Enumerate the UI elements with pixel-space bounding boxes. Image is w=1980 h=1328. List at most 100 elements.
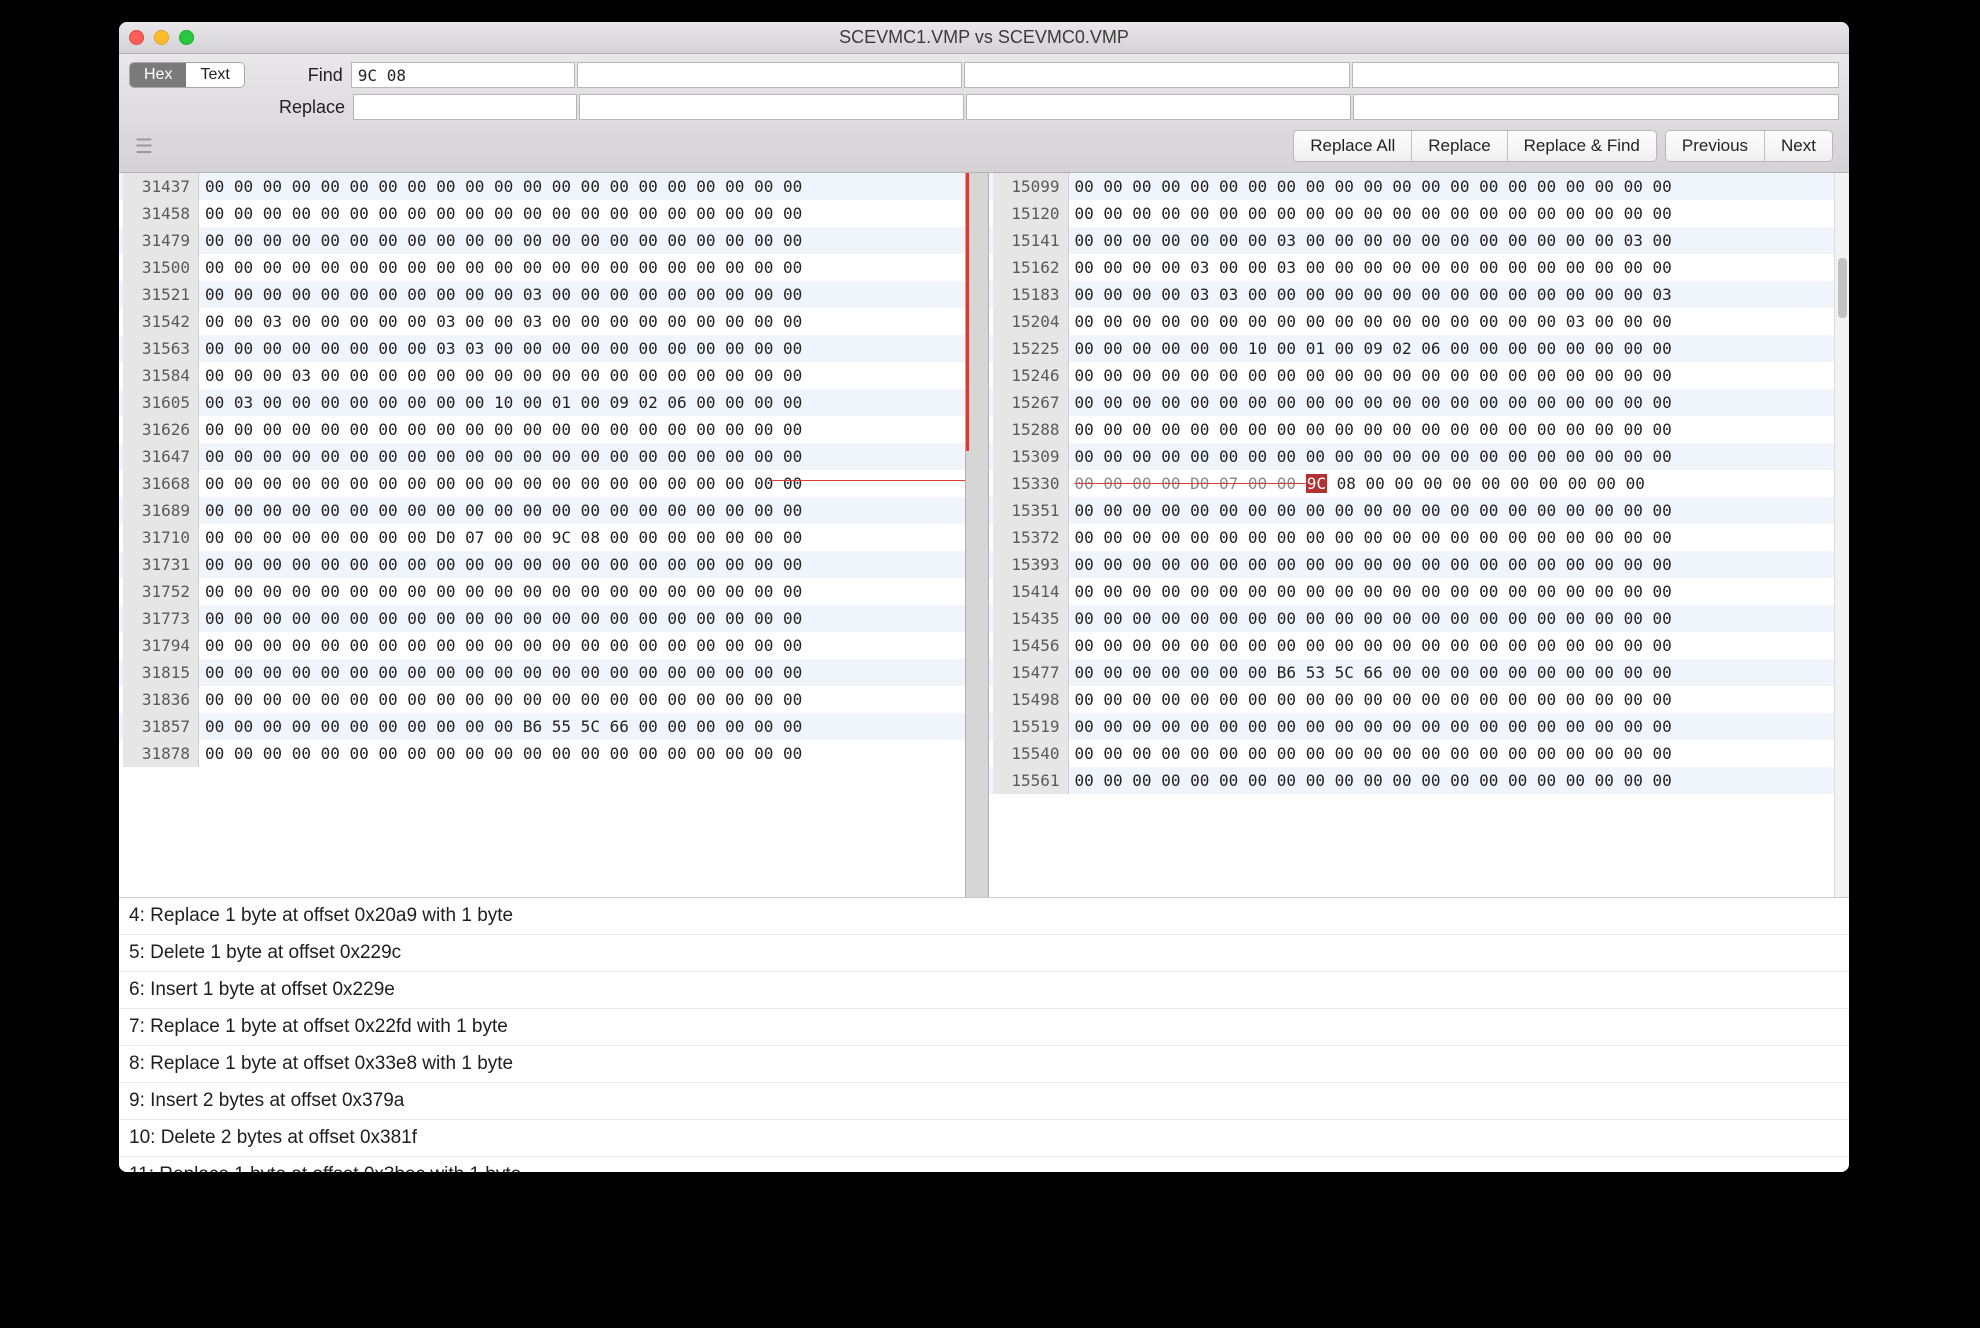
hex-row[interactable]: 3158400 00 00 03 00 00 00 00 00 00 00 00… xyxy=(119,362,965,389)
hex-row[interactable]: 3183600 00 00 00 00 00 00 00 00 00 00 00… xyxy=(119,686,965,713)
diff-item[interactable]: 5: Delete 1 byte at offset 0x229c xyxy=(119,935,1849,972)
find-input-3[interactable] xyxy=(964,62,1350,88)
hex-bytes[interactable]: 00 00 00 00 00 00 00 00 00 00 00 00 00 0… xyxy=(1075,632,1672,659)
hex-bytes[interactable]: 00 00 00 00 00 00 00 00 00 00 00 00 00 0… xyxy=(1075,740,1672,767)
hex-row[interactable]: 3179400 00 00 00 00 00 00 00 00 00 00 00… xyxy=(119,632,965,659)
hex-row[interactable]: 1549800 00 00 00 00 00 00 00 00 00 00 00… xyxy=(989,686,1835,713)
hex-row[interactable]: 3152100 00 00 00 00 00 00 00 00 00 00 03… xyxy=(119,281,965,308)
hex-row[interactable]: 1547700 00 00 00 00 00 00 B6 53 5C 66 00… xyxy=(989,659,1835,686)
diff-item[interactable]: 7: Replace 1 byte at offset 0x22fd with … xyxy=(119,1009,1849,1046)
hex-row[interactable]: 3181500 00 00 00 00 00 00 00 00 00 00 00… xyxy=(119,659,965,686)
replace-and-find-button[interactable]: Replace & Find xyxy=(1508,131,1656,161)
hex-bytes[interactable]: 00 00 00 00 00 00 00 00 00 00 00 00 00 0… xyxy=(205,632,802,659)
hex-row[interactable]: 1526700 00 00 00 00 00 00 00 00 00 00 00… xyxy=(989,389,1835,416)
hex-row[interactable]: 1543500 00 00 00 00 00 00 00 00 00 00 00… xyxy=(989,605,1835,632)
hex-bytes[interactable]: 00 00 00 00 00 00 10 00 01 00 09 02 06 0… xyxy=(1075,335,1672,362)
hex-row[interactable]: 3154200 00 03 00 00 00 00 00 03 00 00 03… xyxy=(119,308,965,335)
close-icon[interactable] xyxy=(129,30,144,45)
hex-row[interactable]: 1551900 00 00 00 00 00 00 00 00 00 00 00… xyxy=(989,713,1835,740)
replace-input-3[interactable] xyxy=(966,94,1351,120)
hex-bytes[interactable]: 00 00 00 00 00 00 00 00 03 03 00 00 00 0… xyxy=(205,335,802,362)
hex-bytes[interactable]: 00 00 00 00 00 00 00 B6 53 5C 66 00 00 0… xyxy=(1075,659,1672,686)
replace-input-1[interactable] xyxy=(353,94,577,120)
minimize-icon[interactable] xyxy=(154,30,169,45)
hex-bytes[interactable]: 00 00 00 00 00 00 00 00 00 00 00 00 00 0… xyxy=(1075,497,1672,524)
hex-bytes[interactable]: 00 00 00 00 00 00 00 00 00 00 00 00 00 0… xyxy=(205,173,802,200)
hex-bytes[interactable]: 00 00 00 00 00 00 00 00 00 00 00 00 00 0… xyxy=(205,578,802,605)
scrollbar[interactable] xyxy=(1834,173,1849,897)
diff-list[interactable]: 4: Replace 1 byte at offset 0x20a9 with … xyxy=(119,897,1849,1172)
hex-bytes[interactable]: 00 00 00 00 00 00 00 00 00 00 00 00 00 0… xyxy=(1075,389,1672,416)
hex-row[interactable]: 1539300 00 00 00 00 00 00 00 00 00 00 00… xyxy=(989,551,1835,578)
hex-row[interactable]: 1556100 00 00 00 00 00 00 00 00 00 00 00… xyxy=(989,767,1835,794)
hex-row[interactable]: 1533000 00 00 00 D0 07 00 00 9C 08 00 00… xyxy=(989,470,1835,497)
diff-item[interactable]: 11: Replace 1 byte at offset 0x3bec with… xyxy=(119,1157,1849,1172)
hex-bytes[interactable]: 00 00 00 00 00 00 00 00 00 00 00 00 00 0… xyxy=(205,605,802,632)
hex-row[interactable]: 3166800 00 00 00 00 00 00 00 00 00 00 00… xyxy=(119,470,965,497)
hex-bytes[interactable]: 00 00 00 00 00 00 00 00 00 00 00 B6 55 5… xyxy=(205,713,802,740)
hex-bytes[interactable]: 00 00 00 00 00 00 00 00 00 00 00 00 00 0… xyxy=(205,227,802,254)
hex-bytes[interactable]: 00 00 00 00 03 03 00 00 00 00 00 00 00 0… xyxy=(1075,281,1672,308)
diff-item[interactable]: 8: Replace 1 byte at offset 0x33e8 with … xyxy=(119,1046,1849,1083)
hex-bytes[interactable]: 00 00 00 00 00 00 00 00 00 00 00 00 00 0… xyxy=(1075,200,1672,227)
hex-row[interactable]: 3150000 00 00 00 00 00 00 00 00 00 00 00… xyxy=(119,254,965,281)
hex-row[interactable]: 3162600 00 00 00 00 00 00 00 00 00 00 00… xyxy=(119,416,965,443)
hex-bytes[interactable]: 00 00 00 00 00 00 00 00 00 00 00 00 00 0… xyxy=(1075,524,1672,551)
replace-input-4[interactable] xyxy=(1353,94,1839,120)
hex-bytes[interactable]: 00 00 00 00 00 00 00 00 00 00 00 03 00 0… xyxy=(205,281,802,308)
hex-row[interactable]: 3147900 00 00 00 00 00 00 00 00 00 00 00… xyxy=(119,227,965,254)
hex-bytes[interactable]: 00 00 00 00 00 00 00 00 00 00 00 00 00 0… xyxy=(1075,308,1672,335)
find-input-2[interactable] xyxy=(577,62,963,88)
hex-row[interactable]: 1509900 00 00 00 00 00 00 00 00 00 00 00… xyxy=(989,173,1835,200)
hex-row[interactable]: 1514100 00 00 00 00 00 00 03 00 00 00 00… xyxy=(989,227,1835,254)
diff-item[interactable]: 6: Insert 1 byte at offset 0x229e xyxy=(119,972,1849,1009)
hex-bytes[interactable]: 00 00 00 00 00 00 00 00 00 00 00 00 00 0… xyxy=(1075,686,1672,713)
hex-row[interactable]: 1530900 00 00 00 00 00 00 00 00 00 00 00… xyxy=(989,443,1835,470)
hex-row[interactable]: 3187800 00 00 00 00 00 00 00 00 00 00 00… xyxy=(119,740,965,767)
menu-icon[interactable]: ☰ xyxy=(135,134,165,159)
hex-bytes[interactable]: 00 00 00 00 00 00 00 00 00 00 00 00 00 0… xyxy=(1075,767,1672,794)
hex-bytes[interactable]: 00 00 00 00 00 00 00 00 00 00 00 00 00 0… xyxy=(1075,551,1672,578)
diff-item[interactable]: 4: Replace 1 byte at offset 0x20a9 with … xyxy=(119,898,1849,935)
hex-row[interactable]: 3175200 00 00 00 00 00 00 00 00 00 00 00… xyxy=(119,578,965,605)
hex-bytes[interactable]: 00 00 00 00 00 00 00 00 00 00 00 00 00 0… xyxy=(205,659,802,686)
hex-row[interactable]: 1524600 00 00 00 00 00 00 00 00 00 00 00… xyxy=(989,362,1835,389)
hex-bytes[interactable]: 00 00 00 00 00 00 00 00 00 00 00 00 00 0… xyxy=(205,443,802,470)
hex-row[interactable]: 3156300 00 00 00 00 00 00 00 03 03 00 00… xyxy=(119,335,965,362)
hex-row[interactable]: 1518300 00 00 00 03 03 00 00 00 00 00 00… xyxy=(989,281,1835,308)
left-hex-pane[interactable]: 3143700 00 00 00 00 00 00 00 00 00 00 00… xyxy=(119,173,965,897)
hex-row[interactable]: 1520400 00 00 00 00 00 00 00 00 00 00 00… xyxy=(989,308,1835,335)
find-input-1[interactable] xyxy=(351,62,575,88)
hex-row[interactable]: 1541400 00 00 00 00 00 00 00 00 00 00 00… xyxy=(989,578,1835,605)
hex-bytes[interactable]: 00 00 00 00 00 00 00 00 00 00 00 00 00 0… xyxy=(205,470,802,497)
replace-input-2[interactable] xyxy=(579,94,964,120)
hex-row[interactable]: 1512000 00 00 00 00 00 00 00 00 00 00 00… xyxy=(989,200,1835,227)
hex-bytes[interactable]: 00 00 00 00 00 00 00 00 00 00 00 00 00 0… xyxy=(205,740,802,767)
replace-button[interactable]: Replace xyxy=(1412,131,1507,161)
hex-bytes[interactable]: 00 00 00 00 00 00 00 00 D0 07 00 00 9C 0… xyxy=(205,524,802,551)
mode-text-button[interactable]: Text xyxy=(186,63,243,87)
hex-row[interactable]: 1522500 00 00 00 00 00 10 00 01 00 09 02… xyxy=(989,335,1835,362)
hex-row[interactable]: 3171000 00 00 00 00 00 00 00 D0 07 00 00… xyxy=(119,524,965,551)
diff-item[interactable]: 9: Insert 2 bytes at offset 0x379a xyxy=(119,1083,1849,1120)
hex-bytes[interactable]: 00 00 00 00 00 00 00 00 00 00 00 00 00 0… xyxy=(1075,443,1672,470)
hex-bytes[interactable]: 00 00 00 00 00 00 00 00 00 00 00 00 00 0… xyxy=(1075,362,1672,389)
hex-bytes[interactable]: 00 00 00 00 00 00 00 00 00 00 00 00 00 0… xyxy=(1075,605,1672,632)
hex-row[interactable]: 3173100 00 00 00 00 00 00 00 00 00 00 00… xyxy=(119,551,965,578)
hex-bytes[interactable]: 00 00 00 03 00 00 00 00 00 00 00 00 00 0… xyxy=(205,362,802,389)
hex-bytes[interactable]: 00 00 00 00 00 00 00 00 00 00 00 00 00 0… xyxy=(205,254,802,281)
hex-bytes[interactable]: 00 00 00 00 00 00 00 00 00 00 00 00 00 0… xyxy=(1075,713,1672,740)
hex-bytes[interactable]: 00 00 00 00 00 00 00 00 00 00 00 00 00 0… xyxy=(205,200,802,227)
hex-bytes[interactable]: 00 00 00 00 00 00 00 03 00 00 00 00 00 0… xyxy=(1075,227,1672,254)
next-button[interactable]: Next xyxy=(1765,131,1832,161)
hex-bytes[interactable]: 00 00 00 00 00 00 00 00 00 00 00 00 00 0… xyxy=(205,497,802,524)
hex-bytes[interactable]: 00 00 00 00 00 00 00 00 00 00 00 00 00 0… xyxy=(1075,416,1672,443)
pane-divider[interactable] xyxy=(965,173,989,897)
hex-row[interactable]: 3185700 00 00 00 00 00 00 00 00 00 00 B6… xyxy=(119,713,965,740)
hex-bytes[interactable]: 00 00 00 00 00 00 00 00 00 00 00 00 00 0… xyxy=(1075,578,1672,605)
hex-row[interactable]: 3177300 00 00 00 00 00 00 00 00 00 00 00… xyxy=(119,605,965,632)
right-hex-pane[interactable]: 1509900 00 00 00 00 00 00 00 00 00 00 00… xyxy=(989,173,1835,897)
hex-row[interactable]: 1545600 00 00 00 00 00 00 00 00 00 00 00… xyxy=(989,632,1835,659)
hex-bytes[interactable]: 00 00 00 00 00 00 00 00 00 00 00 00 00 0… xyxy=(1075,173,1672,200)
hex-row[interactable]: 1528800 00 00 00 00 00 00 00 00 00 00 00… xyxy=(989,416,1835,443)
